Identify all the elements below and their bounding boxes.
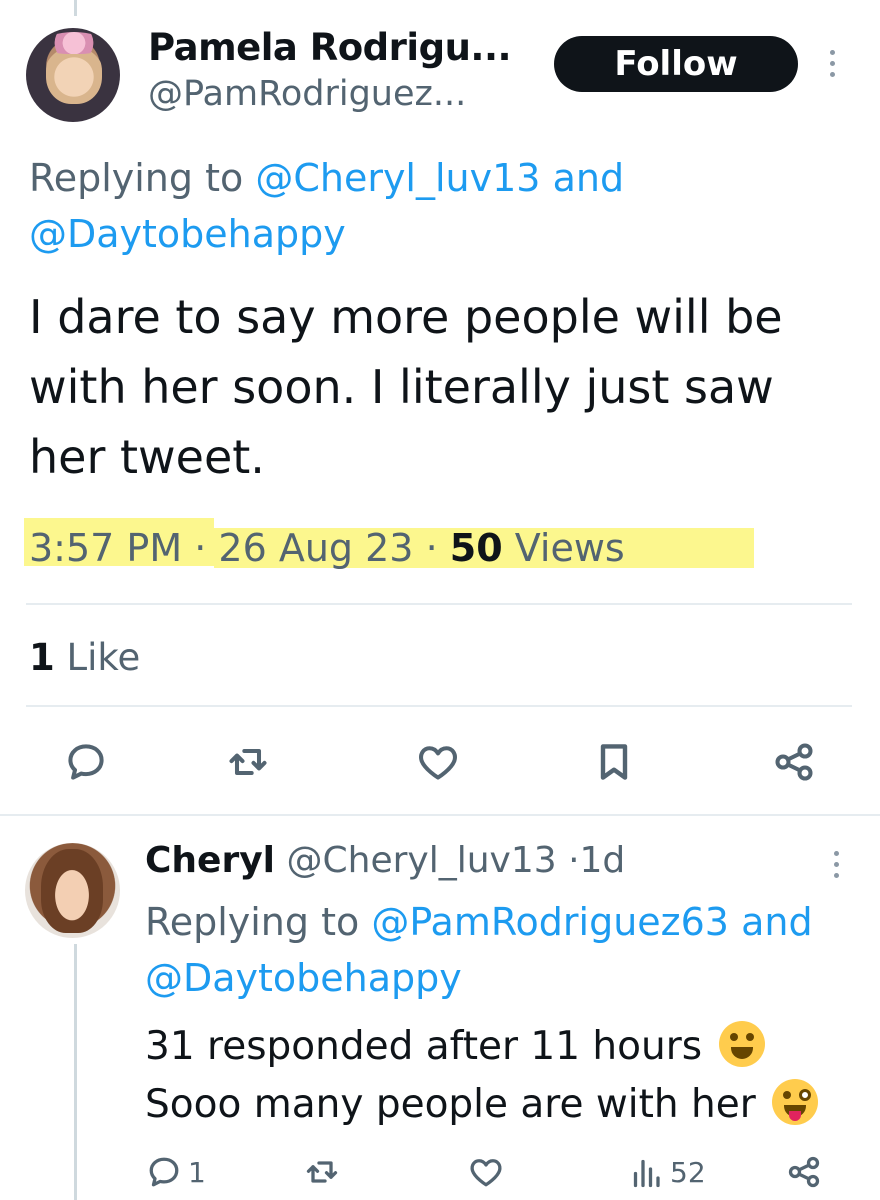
like-action[interactable] bbox=[468, 1152, 504, 1192]
reply-age[interactable]: 1d bbox=[580, 840, 626, 881]
reply-author-name[interactable]: Cheryl bbox=[145, 840, 275, 881]
share-action[interactable] bbox=[786, 1152, 822, 1192]
views-action[interactable]: 52 bbox=[628, 1152, 706, 1192]
avatar-face bbox=[41, 849, 103, 933]
tweet-meta: 3:57 PM · 26 Aug 23 · 50 Views bbox=[29, 526, 625, 570]
avatar-cheryl[interactable] bbox=[25, 843, 120, 938]
author-handle[interactable]: @PamRodriguez... bbox=[148, 74, 466, 114]
reply-author-handle[interactable]: @Cheryl_luv13 bbox=[286, 840, 556, 881]
like-icon bbox=[470, 1159, 502, 1187]
views-count: 50 bbox=[449, 526, 503, 570]
mention-link[interactable]: @Daytobehappy bbox=[29, 212, 346, 256]
thread-line-top bbox=[74, 0, 77, 16]
mention-link[interactable]: @Daytobehappy bbox=[145, 956, 462, 1000]
meta-separator: · bbox=[425, 526, 438, 570]
replying-to: Replying to @Cheryl_luv13 and @Daytobeha… bbox=[29, 150, 729, 262]
reply-text: 31 responded after 11 hours Sooo many pe… bbox=[145, 1018, 865, 1134]
flower-crown bbox=[44, 32, 104, 54]
likes-summary[interactable]: 1 Like bbox=[29, 636, 140, 679]
reply-text-line-1: 31 responded after 11 hours bbox=[145, 1024, 703, 1069]
winking-tongue-emoji bbox=[772, 1079, 819, 1125]
retweet-icon bbox=[306, 1161, 338, 1183]
mention-link[interactable]: @PamRodriguez63 bbox=[371, 900, 729, 944]
reply-replying-to: Replying to @PamRodriguez63 and @Daytobe… bbox=[145, 894, 865, 1006]
more-options-icon[interactable] bbox=[832, 851, 840, 878]
mention-link[interactable]: @Cheryl_luv13 bbox=[255, 156, 540, 200]
divider bbox=[26, 705, 852, 707]
analytics-icon bbox=[633, 1159, 660, 1188]
replying-prefix: Replying to bbox=[29, 156, 244, 200]
rofl-emoji bbox=[718, 1021, 765, 1067]
share-icon[interactable] bbox=[772, 740, 816, 784]
views-label: Views bbox=[514, 526, 625, 570]
tweet-time[interactable]: 3:57 PM bbox=[29, 526, 182, 570]
meta-separator: · bbox=[568, 840, 580, 881]
reply-views-count: 52 bbox=[670, 1155, 706, 1189]
bookmark-icon[interactable] bbox=[592, 740, 636, 784]
meta-separator: · bbox=[194, 526, 207, 570]
replying-prefix: Replying to bbox=[145, 900, 360, 944]
avatar-pamela[interactable] bbox=[26, 28, 120, 122]
tweet-date[interactable]: 26 Aug 23 bbox=[218, 526, 413, 570]
replying-and[interactable]: and bbox=[553, 156, 625, 200]
retweet-icon[interactable] bbox=[226, 740, 270, 784]
likes-count: 1 bbox=[29, 636, 55, 679]
likes-label: Like bbox=[66, 636, 141, 679]
share-icon bbox=[788, 1156, 820, 1188]
more-options-icon[interactable] bbox=[828, 50, 836, 77]
reply-text-line-2: Sooo many people are with her bbox=[145, 1082, 756, 1127]
follow-button[interactable]: Follow bbox=[554, 36, 798, 92]
retweet-action[interactable] bbox=[304, 1152, 340, 1192]
reply-action[interactable]: 1 bbox=[146, 1152, 206, 1192]
tweet-text: I dare to say more people will be with h… bbox=[29, 290, 783, 484]
replying-and[interactable]: and bbox=[741, 900, 813, 944]
like-icon[interactable] bbox=[416, 740, 460, 784]
divider bbox=[0, 814, 880, 816]
thread-line-reply bbox=[74, 944, 77, 1200]
reply-icon[interactable] bbox=[64, 740, 108, 784]
reply-icon bbox=[149, 1157, 179, 1187]
reply-header: Cheryl @Cheryl_luv13 ·1d bbox=[145, 840, 625, 881]
divider bbox=[26, 603, 852, 605]
reply-count: 1 bbox=[188, 1155, 206, 1189]
author-name[interactable]: Pamela Rodrigu... bbox=[148, 26, 512, 69]
